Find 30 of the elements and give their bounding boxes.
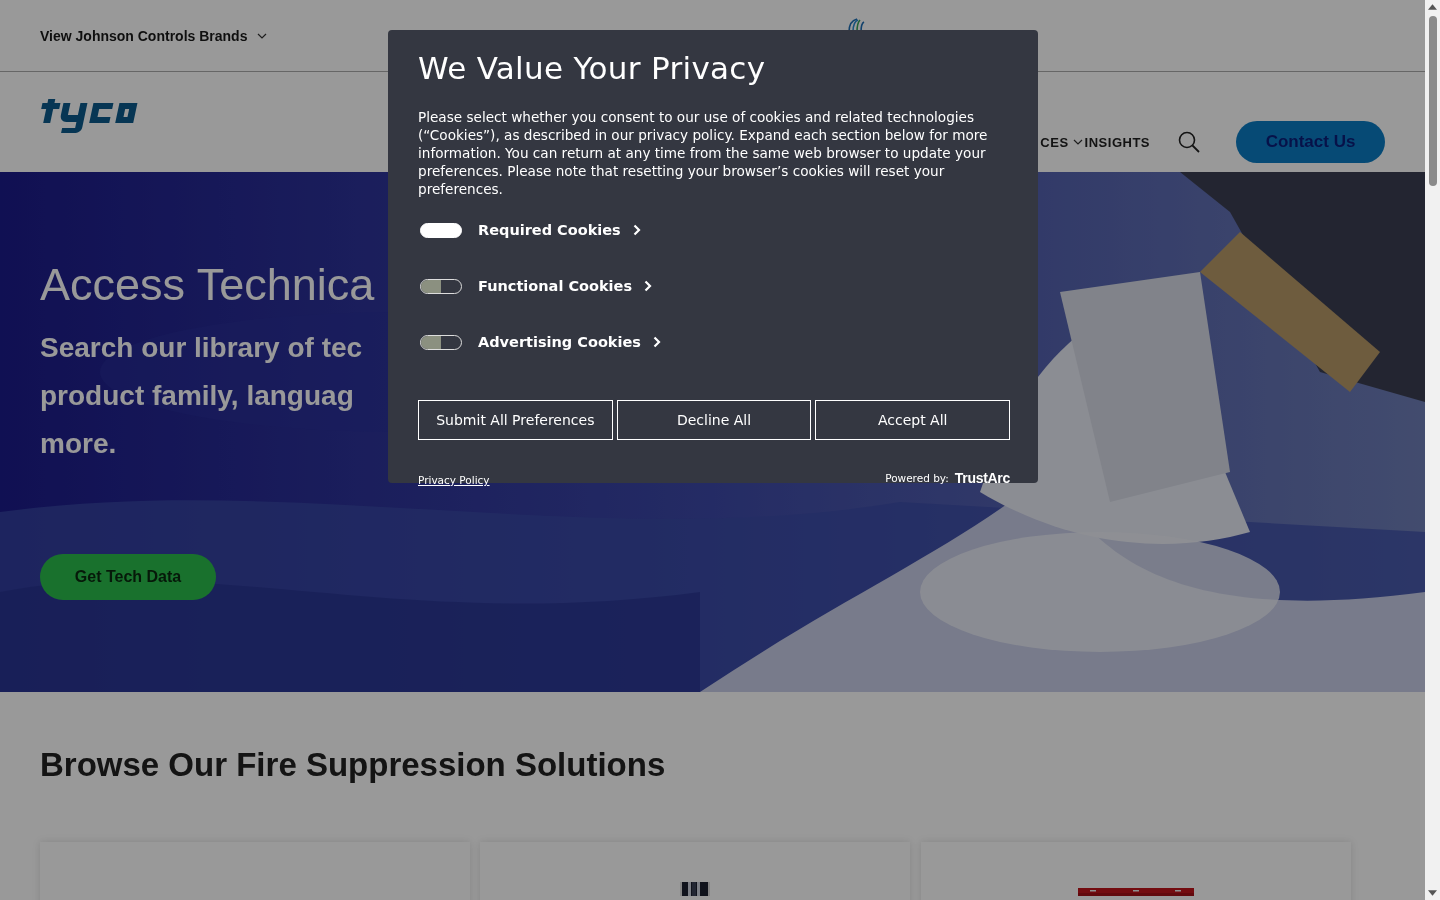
scroll-down-icon[interactable] [1428, 890, 1437, 896]
section-title: Browse Our Fire Suppression Solutions [40, 746, 667, 784]
dialog-title: We Value Your Privacy [418, 50, 767, 86]
privacy-policy-link[interactable]: Privacy Policy [418, 474, 490, 486]
hero-subtitle: Search our library of tec [40, 330, 363, 365]
vendor-logo: TrustArc [954, 470, 1010, 486]
chevron-right-icon [644, 280, 653, 292]
chevron-right-icon [652, 336, 661, 348]
dialog-text: Please select whether you consent to our use of cookies and related technologies (“Cookies”), as described in our privacy policy. Expand each section below for more information. You can return at any time from the same web browser to update your preferences. Please note that resetting your browser’s cookies will reset your preferences. [418, 108, 989, 198]
toggle-switch[interactable] [420, 278, 462, 294]
cookie-category-link[interactable]: Required Cookies [478, 222, 641, 238]
chevron-down-icon [257, 32, 268, 39]
scroll-up-icon[interactable] [1428, 4, 1437, 10]
hero-subtitle: product family, languag [40, 378, 354, 413]
nav-link[interactable]: CES [1040, 134, 1083, 150]
dialog-button[interactable]: Accept All [815, 400, 1010, 440]
scroll-thumb[interactable] [1428, 16, 1437, 186]
dialog-button[interactable]: Submit All Preferences [418, 400, 613, 440]
brands-link[interactable]: View Johnson Controls Brands [40, 27, 268, 44]
search-icon[interactable] [1178, 131, 1200, 153]
powered-by-label: Powered by: [885, 472, 949, 484]
toggle-switch[interactable] [420, 334, 462, 350]
scrollbar[interactable] [1425, 0, 1440, 900]
dialog-button[interactable]: Decline All [616, 400, 812, 440]
nav-link[interactable]: INSIGHTS [1084, 134, 1150, 150]
cookie-category-link[interactable]: Functional Cookies [478, 278, 653, 294]
cookie-category-link[interactable]: Advertising Cookies [478, 334, 661, 350]
hero-subtitle: more. [40, 426, 117, 461]
hero-title: Access Technica [40, 260, 375, 310]
chevron-right-icon [632, 224, 641, 236]
